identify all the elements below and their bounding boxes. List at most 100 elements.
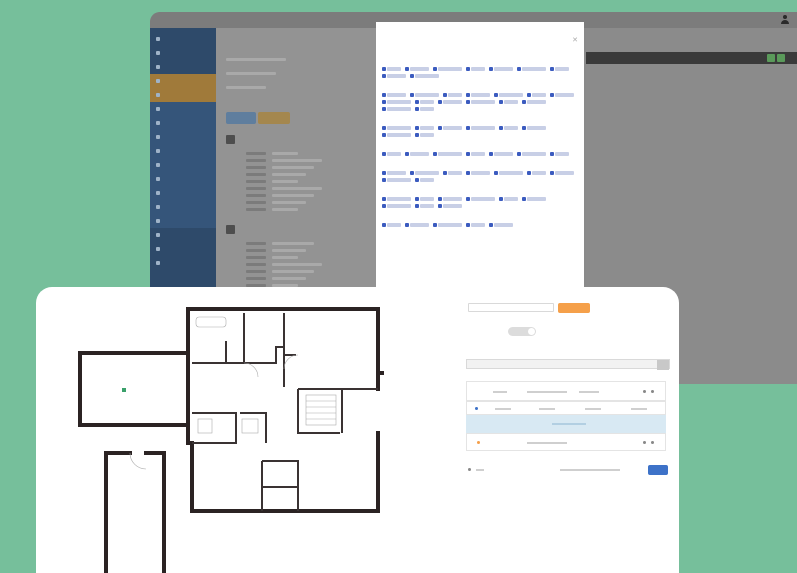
select-dropdown[interactable] [466, 359, 670, 370]
sidebar-item[interactable] [150, 200, 216, 214]
tag-checkbox[interactable] [438, 100, 462, 104]
tag-checkbox[interactable] [438, 204, 462, 208]
sidebar-item[interactable] [150, 214, 216, 228]
tag-checkbox[interactable] [382, 197, 411, 201]
tag-checkbox[interactable] [382, 74, 406, 78]
tag-checkbox[interactable] [415, 107, 434, 111]
tag-checkbox[interactable] [405, 152, 429, 156]
edit-icon[interactable] [643, 390, 646, 393]
sidebar-item[interactable] [150, 46, 216, 60]
checkbox-checked-icon[interactable] [494, 93, 498, 97]
tag-checkbox[interactable] [466, 67, 485, 71]
checkbox-checked-icon[interactable] [382, 93, 386, 97]
tag-checkbox[interactable] [415, 133, 434, 137]
tag-checkbox[interactable] [410, 74, 439, 78]
checkbox-checked-icon[interactable] [382, 100, 386, 104]
tag-checkbox[interactable] [382, 126, 411, 130]
checkbox-checked-icon[interactable] [410, 171, 414, 175]
checkbox-checked-icon[interactable] [438, 126, 442, 130]
checkbox-checked-icon[interactable] [522, 126, 526, 130]
tag-checkbox[interactable] [382, 223, 401, 227]
checkbox-checked-icon[interactable] [550, 171, 554, 175]
tag-checkbox[interactable] [405, 67, 429, 71]
chevron-down-icon[interactable] [657, 360, 669, 370]
checkbox-checked-icon[interactable] [550, 152, 554, 156]
checkbox-checked-icon[interactable] [522, 197, 526, 201]
checkbox-checked-icon[interactable] [466, 67, 470, 71]
checkbox-checked-icon[interactable] [382, 126, 386, 130]
checkbox-checked-icon[interactable] [410, 93, 414, 97]
checkbox-checked-icon[interactable] [415, 178, 419, 182]
tag-checkbox[interactable] [466, 223, 485, 227]
sidebar-item[interactable] [150, 228, 216, 242]
checkbox-checked-icon[interactable] [382, 67, 386, 71]
tag-checkbox[interactable] [494, 93, 523, 97]
checkbox-checked-icon[interactable] [499, 197, 503, 201]
tag-checkbox[interactable] [499, 197, 518, 201]
checkbox-checked-icon[interactable] [415, 197, 419, 201]
checkbox-checked-icon[interactable] [405, 67, 409, 71]
tag-checkbox[interactable] [415, 204, 434, 208]
checkbox-checked-icon[interactable] [415, 133, 419, 137]
checkbox-checked-icon[interactable] [499, 126, 503, 130]
tag-checkbox[interactable] [517, 152, 546, 156]
tag-checkbox[interactable] [522, 197, 546, 201]
tag-checkbox[interactable] [405, 223, 429, 227]
checkbox-checked-icon[interactable] [382, 107, 386, 111]
toggle-switch-icon[interactable] [508, 327, 536, 336]
tag-checkbox[interactable] [466, 93, 490, 97]
tag-checkbox[interactable] [466, 171, 490, 175]
sidebar-item[interactable] [150, 172, 216, 186]
checkbox-checked-icon[interactable] [489, 152, 493, 156]
tag-checkbox[interactable] [382, 93, 406, 97]
tag-checkbox[interactable] [550, 67, 569, 71]
checkbox-checked-icon[interactable] [438, 197, 442, 201]
sidebar-item[interactable] [150, 158, 216, 172]
sidebar-item[interactable] [150, 32, 216, 46]
checkbox-checked-icon[interactable] [466, 197, 470, 201]
user-icon[interactable] [781, 15, 789, 24]
checkbox-checked-icon[interactable] [550, 67, 554, 71]
tag-checkbox[interactable] [382, 67, 401, 71]
sidebar-item[interactable] [150, 116, 216, 130]
sidebar-item[interactable] [150, 88, 216, 102]
sidebar-item[interactable] [150, 74, 216, 88]
tag-checkbox[interactable] [433, 152, 462, 156]
tag-checkbox[interactable] [382, 100, 411, 104]
checkbox-checked-icon[interactable] [415, 126, 419, 130]
text-input[interactable] [468, 303, 554, 312]
checkbox-checked-icon[interactable] [382, 152, 386, 156]
close-icon[interactable]: ✕ [572, 36, 578, 44]
tag-checkbox[interactable] [382, 204, 411, 208]
tag-checkbox[interactable] [382, 171, 406, 175]
checkbox-checked-icon[interactable] [438, 100, 442, 104]
submit-button[interactable] [558, 303, 590, 313]
sidebar-item[interactable] [150, 256, 216, 270]
checkbox-checked-icon[interactable] [410, 74, 414, 78]
tag-checkbox[interactable] [466, 126, 495, 130]
tag-checkbox[interactable] [438, 126, 462, 130]
sidebar-item[interactable] [150, 130, 216, 144]
tag-checkbox[interactable] [489, 67, 513, 71]
delete-icon[interactable] [651, 441, 654, 444]
checkbox-checked-icon[interactable] [489, 223, 493, 227]
tag-checkbox[interactable] [517, 67, 546, 71]
tag-checkbox[interactable] [438, 197, 462, 201]
edit-icon[interactable] [777, 54, 785, 62]
checkbox-checked-icon[interactable] [527, 171, 531, 175]
tag-checkbox[interactable] [550, 93, 574, 97]
tag-checkbox[interactable] [410, 93, 439, 97]
delete-icon[interactable] [651, 390, 654, 393]
checkbox-checked-icon[interactable] [494, 171, 498, 175]
tag-checkbox[interactable] [382, 133, 411, 137]
tag-checkbox[interactable] [489, 152, 513, 156]
tag-checkbox[interactable] [466, 197, 495, 201]
tag-checkbox[interactable] [415, 178, 434, 182]
sidebar-item[interactable] [150, 144, 216, 158]
checkbox-checked-icon[interactable] [438, 204, 442, 208]
checkbox-checked-icon[interactable] [433, 152, 437, 156]
tag-checkbox[interactable] [522, 126, 546, 130]
checkbox-checked-icon[interactable] [382, 171, 386, 175]
checkbox-checked-icon[interactable] [443, 171, 447, 175]
tag-checkbox[interactable] [550, 171, 574, 175]
